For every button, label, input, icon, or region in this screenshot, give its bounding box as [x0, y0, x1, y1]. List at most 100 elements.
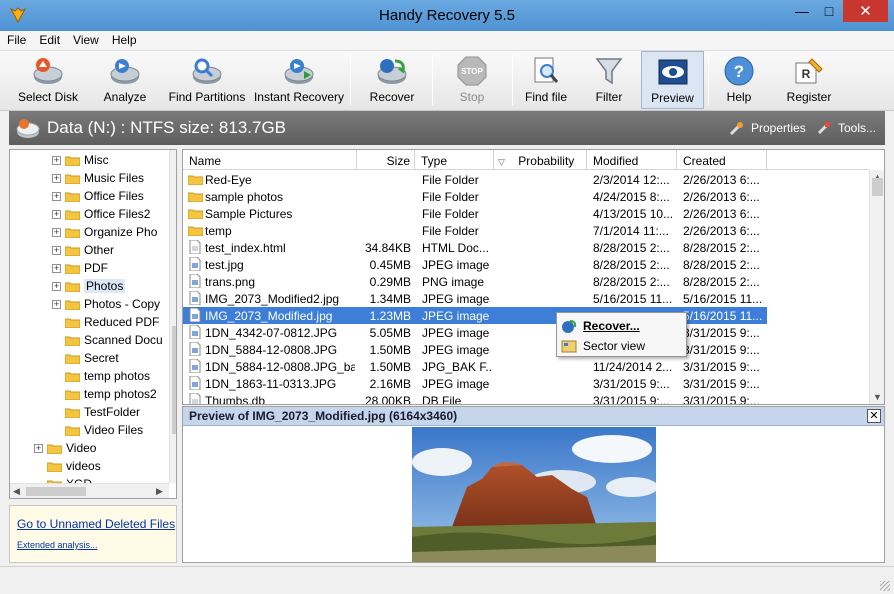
- tree-horizontal-scrollbar[interactable]: ◀ ▶: [10, 483, 169, 498]
- recover-button[interactable]: Recover: [362, 51, 422, 109]
- tree-item[interactable]: + Organize Pho: [52, 223, 157, 241]
- file-row[interactable]: trans.png 0.29MB PNG image 8/28/2015 2:... 8…: [183, 273, 869, 290]
- file-created: 8/28/2015 2:...: [683, 241, 760, 255]
- tree-item-label: videos: [66, 459, 101, 473]
- menu-view[interactable]: View: [66, 31, 105, 47]
- register-button[interactable]: R Register: [778, 51, 840, 109]
- tree-item-label: Secret: [84, 351, 119, 365]
- tree-item[interactable]: Video Files: [52, 421, 143, 439]
- tree-item-label: PDF: [84, 261, 108, 275]
- close-button[interactable]: ✕: [843, 0, 888, 22]
- file-row[interactable]: temp File Folder 7/1/2014 11:... 2/26/2013 …: [183, 222, 869, 239]
- tree-item[interactable]: + Photos: [52, 277, 126, 295]
- analyze-button[interactable]: Analyze: [95, 51, 155, 109]
- tree-item[interactable]: + Video: [34, 439, 96, 457]
- tree-item[interactable]: temp photos2: [52, 385, 157, 403]
- file-name: IMG_2073_Modified2.jpg: [205, 292, 340, 306]
- tree-item[interactable]: + Misc: [52, 151, 109, 169]
- file-row[interactable]: sample photos File Folder 4/24/2015 8:... 2…: [183, 188, 869, 205]
- tree-item[interactable]: + PDF: [52, 259, 108, 277]
- file-row[interactable]: 1DN_5884-12-0808.JPG 1.50MB JPEG image 3/31…: [183, 341, 869, 358]
- context-sector-view-item[interactable]: Sector view: [561, 336, 685, 355]
- file-row[interactable]: Sample Pictures File Folder 4/13/2015 10..…: [183, 205, 869, 222]
- column-name[interactable]: Name: [183, 150, 357, 170]
- tree-item[interactable]: + Photos - Copy: [52, 295, 160, 313]
- scroll-down-icon: ▼: [873, 392, 882, 402]
- file-name: 1DN_4342-07-0812.JPG: [205, 326, 338, 340]
- tree-scroll-thumb[interactable]: [172, 326, 176, 434]
- tree-item[interactable]: + Other: [52, 241, 114, 259]
- tree-vertical-scrollbar[interactable]: ▲ ▼: [169, 150, 176, 483]
- tree-item[interactable]: Scanned Docu: [52, 331, 163, 349]
- tree-item[interactable]: temp photos: [52, 367, 150, 385]
- list-scroll-thumb[interactable]: [872, 178, 883, 196]
- tree-hscroll-thumb[interactable]: [26, 487, 86, 496]
- stop-icon: STOP: [457, 56, 487, 86]
- file-created: 5/16/2015 11...: [683, 309, 763, 323]
- tree-item[interactable]: + Office Files: [52, 187, 144, 205]
- expand-icon[interactable]: +: [52, 227, 61, 237]
- tree-item[interactable]: TestFolder: [52, 403, 140, 421]
- file-size: 0.29MB: [369, 275, 411, 289]
- file-row[interactable]: Red-Eye File Folder 2/3/2014 12:... 2/26/20…: [183, 171, 869, 188]
- expand-icon[interactable]: +: [52, 209, 61, 219]
- menu-file[interactable]: File: [0, 31, 32, 47]
- expand-icon[interactable]: +: [52, 155, 61, 165]
- file-row[interactable]: Thumbs.db 28.00KB DB File 3/31/2015 9:... 3/…: [183, 392, 869, 405]
- tree-item[interactable]: + Office Files2: [52, 205, 150, 223]
- find-partitions-button[interactable]: Find Partitions: [166, 51, 248, 109]
- column-type[interactable]: Type: [415, 150, 494, 170]
- file-name: Thumbs.db: [205, 394, 266, 405]
- find-file-button[interactable]: Find file: [518, 51, 574, 109]
- expand-icon[interactable]: +: [52, 173, 61, 183]
- stop-button[interactable]: STOP Stop: [442, 51, 502, 109]
- column-created[interactable]: Created: [677, 150, 767, 170]
- maximize-button[interactable]: □: [815, 0, 843, 22]
- tree-item[interactable]: + Music Files: [52, 169, 144, 187]
- expand-icon[interactable]: +: [52, 191, 61, 201]
- tree-item[interactable]: Secret: [52, 349, 119, 367]
- filter-button[interactable]: Filter: [582, 51, 636, 109]
- list-vertical-scrollbar[interactable]: ▲ ▼: [869, 170, 884, 404]
- properties-icon: [729, 122, 743, 136]
- folder-icon: [65, 192, 80, 202]
- tools-link[interactable]: Tools...: [838, 121, 876, 135]
- expand-icon[interactable]: +: [52, 299, 61, 309]
- tree-item[interactable]: Reduced PDF: [52, 313, 159, 331]
- file-row[interactable]: test.jpg 0.45MB JPEG image 8/28/2015 2:... 8…: [183, 256, 869, 273]
- expand-icon[interactable]: +: [34, 443, 43, 453]
- resize-grip-icon[interactable]: [880, 581, 890, 591]
- select-disk-button[interactable]: Select Disk: [12, 51, 84, 109]
- file-row[interactable]: test_index.html 34.84KB HTML Doc... 8/28/20…: [183, 239, 869, 256]
- menu-help[interactable]: Help: [105, 31, 143, 47]
- properties-link[interactable]: Properties: [751, 121, 806, 135]
- tree-item-label: Video: [66, 441, 97, 455]
- file-row[interactable]: 1DN_1863-11-0313.JPG 2.16MB JPEG image 3/31…: [183, 375, 869, 392]
- expand-icon[interactable]: +: [52, 263, 61, 273]
- folder-icon: [65, 408, 80, 418]
- file-row[interactable]: 1DN_4342-07-0812.JPG 5.05MB JPEG image 3/31…: [183, 324, 869, 341]
- file-modified: 2/3/2014 12:...: [593, 173, 670, 187]
- file-row[interactable]: 1DN_5884-12-0808.JPG_bak 1.50MB JPG_BAK F.…: [183, 358, 869, 375]
- find-file-label: Find file: [524, 90, 568, 104]
- preview-button[interactable]: Preview: [641, 51, 704, 109]
- column-modified[interactable]: Modified: [587, 150, 677, 170]
- context-recover-item[interactable]: Recover...: [561, 316, 685, 335]
- tree-item[interactable]: videos: [34, 457, 101, 475]
- folder-icon: [65, 246, 80, 256]
- help-button[interactable]: ? Help: [714, 51, 764, 109]
- extended-analysis-link[interactable]: Extended analysis...: [17, 540, 98, 550]
- column-probability[interactable]: ▽ Probability: [494, 150, 587, 170]
- preview-close-button[interactable]: ✕: [867, 409, 881, 423]
- column-size[interactable]: Size: [357, 150, 415, 170]
- folder-icon: [65, 426, 80, 436]
- menu-edit[interactable]: Edit: [32, 31, 66, 47]
- expand-icon[interactable]: +: [52, 245, 61, 255]
- instant-recovery-button[interactable]: Instant Recovery: [252, 51, 346, 109]
- expand-icon[interactable]: +: [52, 281, 61, 291]
- file-created: 3/31/2015 9:...: [683, 394, 760, 405]
- file-size: 1.50MB: [369, 343, 411, 357]
- file-icon: [189, 240, 201, 254]
- file-row[interactable]: IMG_2073_Modified2.jpg 1.34MB JPEG image 5/…: [183, 290, 869, 307]
- unnamed-deleted-files-link[interactable]: Go to Unnamed Deleted Files: [17, 517, 175, 531]
